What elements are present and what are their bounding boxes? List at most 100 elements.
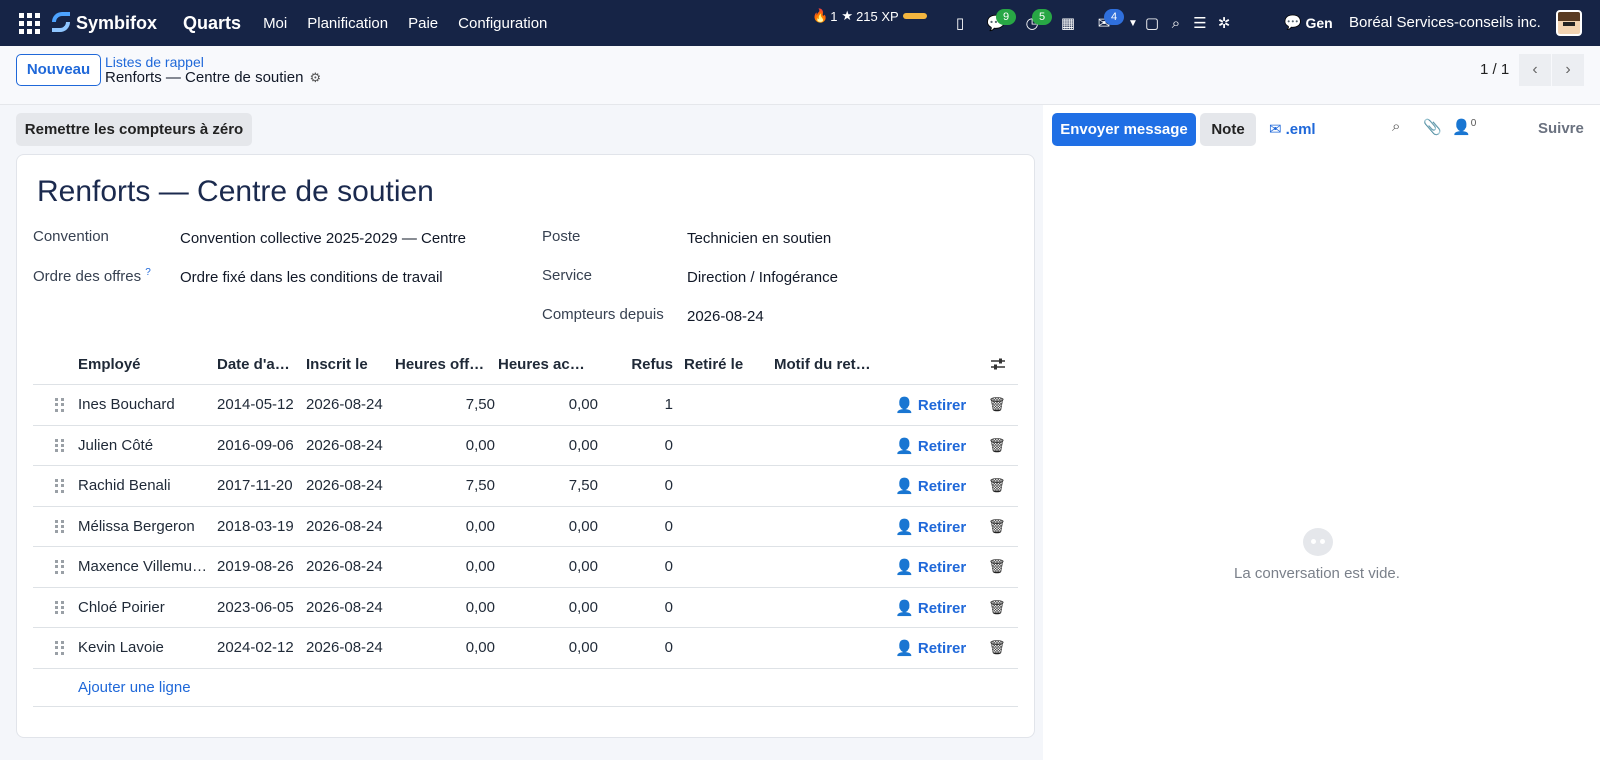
- column-header-inscrit[interactable]: Inscrit le: [306, 356, 386, 373]
- cell-heures-offertes[interactable]: 7,50: [395, 477, 495, 494]
- cell-date-anciennete[interactable]: 2018-03-19: [217, 518, 302, 535]
- trash-icon[interactable]: 🗑: [988, 437, 1004, 454]
- compteurs-field[interactable]: 2026-08-24: [687, 308, 764, 325]
- cell-inscrit[interactable]: 2026-08-24: [306, 558, 391, 575]
- help-tooltip-icon[interactable]: ?: [145, 267, 151, 278]
- column-header-heures-acceptees[interactable]: Heures acc…: [498, 356, 590, 373]
- table-row[interactable]: Ines Bouchard 2014-05-12 2026-08-24 7,50 0,0…: [33, 385, 1018, 426]
- eml-button[interactable]: ✉ .eml: [1269, 120, 1316, 139]
- pager-next-button[interactable]: ›: [1552, 54, 1584, 86]
- cell-heures-acceptees[interactable]: 0,00: [498, 437, 598, 454]
- withdraw-button[interactable]: 👤 Retirer: [895, 639, 970, 657]
- drag-handle-icon[interactable]: [55, 600, 65, 615]
- cell-heures-offertes[interactable]: 7,50: [395, 396, 495, 413]
- inbox-icon[interactable]: ✉ 4: [1090, 9, 1124, 37]
- gen-button[interactable]: 💬 Gen: [1284, 14, 1333, 31]
- send-message-button[interactable]: Envoyer message: [1052, 113, 1196, 146]
- company-switcher[interactable]: Boréal Services-conseils inc.: [1349, 14, 1541, 31]
- cell-refus[interactable]: 0: [603, 518, 673, 535]
- app-name[interactable]: Quarts: [183, 13, 241, 34]
- cell-employe[interactable]: Julien Côté: [78, 437, 208, 454]
- cell-inscrit[interactable]: 2026-08-24: [306, 396, 391, 413]
- cell-heures-acceptees[interactable]: 0,00: [498, 558, 598, 575]
- reset-counters-button[interactable]: Remettre les compteurs à zéro: [16, 113, 252, 146]
- brand[interactable]: Symbifox: [50, 11, 157, 35]
- menu-item-configuration[interactable]: Configuration: [458, 15, 547, 32]
- user-avatar[interactable]: [1556, 10, 1582, 36]
- cell-inscrit[interactable]: 2026-08-24: [306, 599, 391, 616]
- withdraw-button[interactable]: 👤 Retirer: [895, 558, 970, 576]
- poste-field[interactable]: Technicien en soutien: [687, 230, 831, 247]
- cell-employe[interactable]: Maxence Villemu…: [78, 558, 208, 575]
- cell-employe[interactable]: Ines Bouchard: [78, 396, 208, 413]
- convention-field[interactable]: Convention collective 2025-2029 — Centre: [180, 230, 466, 247]
- cell-heures-acceptees[interactable]: 0,00: [498, 518, 598, 535]
- calculator-icon[interactable]: ▦: [1054, 9, 1082, 37]
- withdraw-button[interactable]: 👤 Retirer: [895, 599, 970, 617]
- cell-heures-offertes[interactable]: 0,00: [395, 437, 495, 454]
- menu-item-moi[interactable]: Moi: [263, 15, 287, 32]
- cell-inscrit[interactable]: 2026-08-24: [306, 477, 391, 494]
- cell-heures-offertes[interactable]: 0,00: [395, 558, 495, 575]
- cell-heures-offertes[interactable]: 0,00: [395, 518, 495, 535]
- cell-refus[interactable]: 0: [603, 477, 673, 494]
- new-button[interactable]: Nouveau: [16, 54, 101, 86]
- withdraw-button[interactable]: 👤 Retirer: [895, 437, 970, 455]
- cell-employe[interactable]: Kevin Lavoie: [78, 639, 208, 656]
- trash-icon[interactable]: 🗑: [988, 518, 1004, 535]
- chat-icon[interactable]: 💬 9: [982, 9, 1016, 37]
- mobile-icon[interactable]: ▯: [946, 9, 974, 37]
- trash-icon[interactable]: 🗑: [988, 477, 1004, 494]
- cell-date-anciennete[interactable]: 2014-05-12: [217, 396, 302, 413]
- column-header-refus[interactable]: Refus: [603, 356, 673, 373]
- trash-icon[interactable]: 🗑: [988, 396, 1004, 413]
- trash-icon[interactable]: 🗑: [988, 599, 1004, 616]
- cell-date-anciennete[interactable]: 2023-06-05: [217, 599, 302, 616]
- table-row[interactable]: Chloé Poirier 2023-06-05 2026-08-24 0,00 0,0…: [33, 588, 1018, 628]
- xp-indicator[interactable]: 🔥 1 ★ 215 XP: [812, 8, 927, 24]
- search-icon[interactable]: ⌕: [1166, 9, 1186, 37]
- apps-grid-icon[interactable]: [16, 10, 42, 36]
- search-messages-icon[interactable]: ⌕: [1392, 118, 1400, 135]
- activities-clock-icon[interactable]: ◷ 5: [1018, 9, 1052, 37]
- drag-handle-icon[interactable]: [55, 479, 65, 493]
- cell-heures-offertes[interactable]: 0,00: [395, 599, 495, 616]
- cell-inscrit[interactable]: 2026-08-24: [306, 518, 391, 535]
- cell-refus[interactable]: 1: [603, 396, 673, 413]
- drag-handle-icon[interactable]: [55, 641, 65, 655]
- cell-inscrit[interactable]: 2026-08-24: [306, 639, 391, 656]
- cell-heures-acceptees[interactable]: 0,00: [498, 639, 598, 656]
- cell-date-anciennete[interactable]: 2017-11-20: [217, 477, 302, 494]
- cell-employe[interactable]: Chloé Poirier: [78, 599, 208, 616]
- cell-refus[interactable]: 0: [603, 558, 673, 575]
- sticky-note-icon[interactable]: ▢: [1142, 9, 1162, 37]
- column-header-retire[interactable]: Retiré le: [684, 356, 764, 373]
- withdraw-button[interactable]: 👤 Retirer: [895, 396, 970, 414]
- record-title[interactable]: Renforts — Centre de soutien: [37, 175, 434, 209]
- bug-icon[interactable]: ✲: [1214, 9, 1234, 37]
- table-row[interactable]: Julien Côté 2016-09-06 2026-08-24 0,00 0,00 0…: [33, 426, 1018, 466]
- paperclip-icon[interactable]: 📎: [1423, 118, 1442, 136]
- follow-button[interactable]: Suivre: [1538, 120, 1584, 137]
- table-row[interactable]: Mélissa Bergeron 2018-03-19 2026-08-24 0,00…: [33, 507, 1018, 547]
- cell-heures-acceptees[interactable]: 0,00: [498, 396, 598, 413]
- cell-refus[interactable]: 0: [603, 599, 673, 616]
- cell-refus[interactable]: 0: [603, 639, 673, 656]
- drag-handle-icon[interactable]: [55, 398, 65, 412]
- pager-value[interactable]: 1 / 1: [1480, 61, 1509, 78]
- add-line-link[interactable]: Ajouter une ligne: [78, 679, 191, 696]
- ordre-field[interactable]: Ordre fixé dans les conditions de travai…: [180, 269, 443, 286]
- cell-date-anciennete[interactable]: 2024-02-12: [217, 639, 302, 656]
- cell-inscrit[interactable]: 2026-08-24: [306, 437, 391, 454]
- optional-columns-icon[interactable]: [990, 357, 1006, 371]
- menu-item-planification[interactable]: Planification: [307, 15, 388, 32]
- column-header-employe[interactable]: Employé: [78, 356, 203, 373]
- cell-refus[interactable]: 0: [603, 437, 673, 454]
- trash-icon[interactable]: 🗑: [988, 558, 1004, 575]
- table-row[interactable]: Maxence Villemu… 2019-08-26 2026-08-24 0,00…: [33, 547, 1018, 588]
- trash-icon[interactable]: 🗑: [988, 639, 1004, 656]
- cell-employe[interactable]: Rachid Benali: [78, 477, 208, 494]
- drag-handle-icon[interactable]: [55, 560, 65, 574]
- log-note-button[interactable]: Note: [1200, 113, 1256, 146]
- cell-heures-acceptees[interactable]: 0,00: [498, 599, 598, 616]
